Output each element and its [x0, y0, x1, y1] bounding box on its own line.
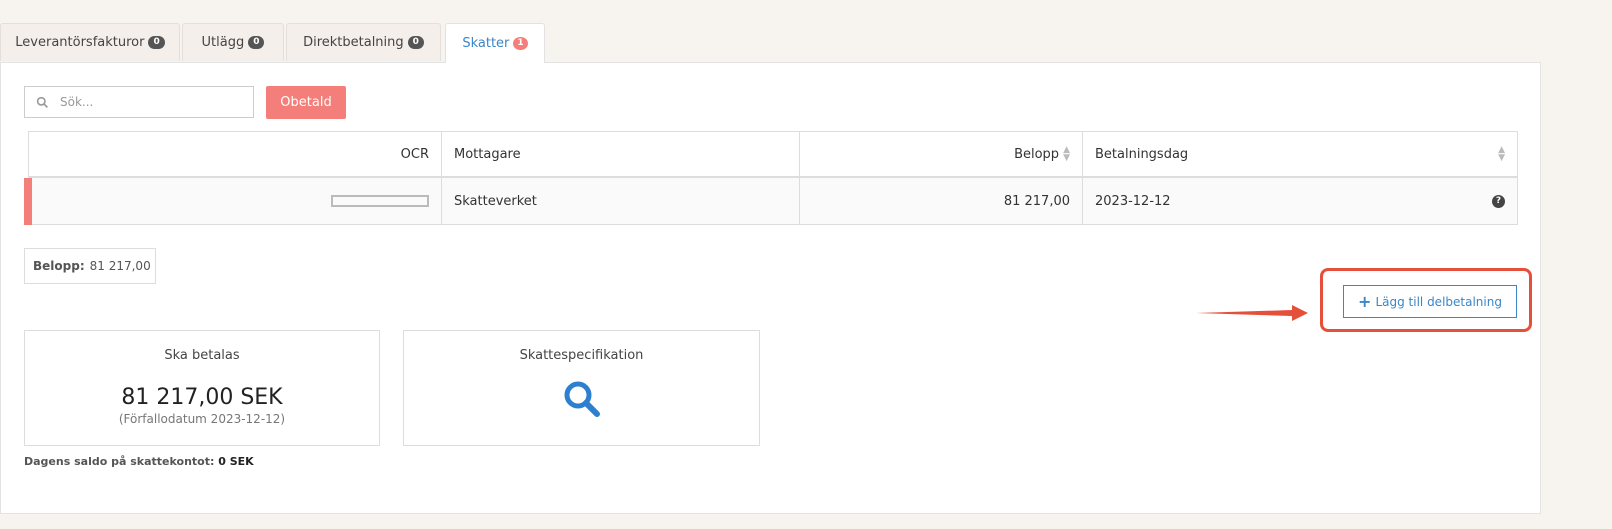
- search-box[interactable]: [24, 86, 254, 118]
- ocr-value-field: [331, 195, 429, 207]
- tab-leverantorsfakturor[interactable]: Leverantörsfakturor 0: [0, 23, 180, 61]
- search-input[interactable]: [58, 94, 242, 110]
- unpaid-indicator: [24, 178, 32, 225]
- search-icon: [36, 96, 48, 108]
- header-label: Betalningsdag: [1095, 146, 1189, 162]
- count-badge: 0: [407, 36, 424, 49]
- cell-text: Skatteverket: [454, 193, 537, 209]
- question-mark-icon[interactable]: ?: [1492, 194, 1505, 208]
- count-badge: 0: [148, 36, 165, 49]
- sort-icon: ▲ ▼: [1063, 145, 1070, 163]
- table-cell-mottagare: Skatteverket: [442, 178, 800, 224]
- content-panel: [0, 62, 1541, 514]
- column-header-ocr[interactable]: OCR: [29, 132, 442, 178]
- card-title: Ska betalas: [164, 348, 240, 363]
- saldo-label: Dagens saldo på skattekontot:: [24, 455, 215, 468]
- magnifier-icon[interactable]: [562, 379, 602, 419]
- saldo-value: 0 SEK: [218, 455, 254, 468]
- count-badge: 1: [513, 37, 528, 50]
- due-date: (Förfallodatum 2023-12-12): [118, 412, 286, 426]
- saldo-text: Dagens saldo på skattekontot: 0 SEK: [24, 455, 254, 468]
- cell-text: 2023-12-12: [1095, 193, 1171, 209]
- tab-label: Utlägg: [201, 35, 245, 50]
- column-header-mottagare[interactable]: Mottagare: [442, 132, 800, 178]
- tab-utlagg[interactable]: Utlägg 0: [182, 23, 284, 61]
- plus-icon: +: [1358, 291, 1372, 311]
- payments-table: OCR Mottagare Belopp ▲ ▼ Betalningsdag ▲ ▼…: [28, 131, 1518, 225]
- header-label: Belopp: [1014, 146, 1060, 162]
- button-label: Lägg till delbetalning: [1375, 294, 1502, 309]
- amount-due: 81 217,00 SEK: [121, 385, 283, 410]
- sort-icon: ▲ ▼: [1498, 145, 1505, 163]
- arrow-annotation-icon: [1196, 305, 1308, 321]
- skattespecifikation-card[interactable]: Skattespecifikation: [403, 330, 760, 446]
- cell-text: 81 217,00: [1003, 193, 1070, 209]
- add-partial-payment-button[interactable]: + Lägg till delbetalning: [1343, 285, 1517, 318]
- header-label: OCR: [400, 146, 429, 162]
- tab-direktbetalning[interactable]: Direktbetalning 0: [286, 23, 441, 61]
- ska-betalas-card: Ska betalas 81 217,00 SEK (Förfallodatum…: [24, 330, 380, 446]
- obetald-filter-button[interactable]: Obetald: [266, 86, 346, 119]
- card-title: Skattespecifikation: [519, 348, 644, 363]
- table-cell-belopp: 81 217,00: [800, 178, 1083, 224]
- tab-skatter[interactable]: Skatter 1: [445, 23, 545, 63]
- table-cell-betalningsdag: 2023-12-12 ?: [1083, 178, 1517, 224]
- tab-label: Skatter: [462, 36, 510, 51]
- column-header-betalningsdag[interactable]: Betalningsdag ▲ ▼: [1083, 132, 1517, 178]
- tab-label: Leverantörsfakturor: [15, 35, 145, 50]
- summary-value: 81 217,00: [89, 259, 151, 273]
- column-header-belopp[interactable]: Belopp ▲ ▼: [800, 132, 1083, 178]
- table-cell-ocr: [29, 178, 442, 224]
- summary-label: Belopp:: [33, 259, 85, 273]
- header-label: Mottagare: [454, 146, 521, 162]
- count-badge: 0: [248, 36, 265, 49]
- belopp-summary: Belopp: 81 217,00: [24, 248, 156, 284]
- tab-label: Direktbetalning: [303, 35, 404, 50]
